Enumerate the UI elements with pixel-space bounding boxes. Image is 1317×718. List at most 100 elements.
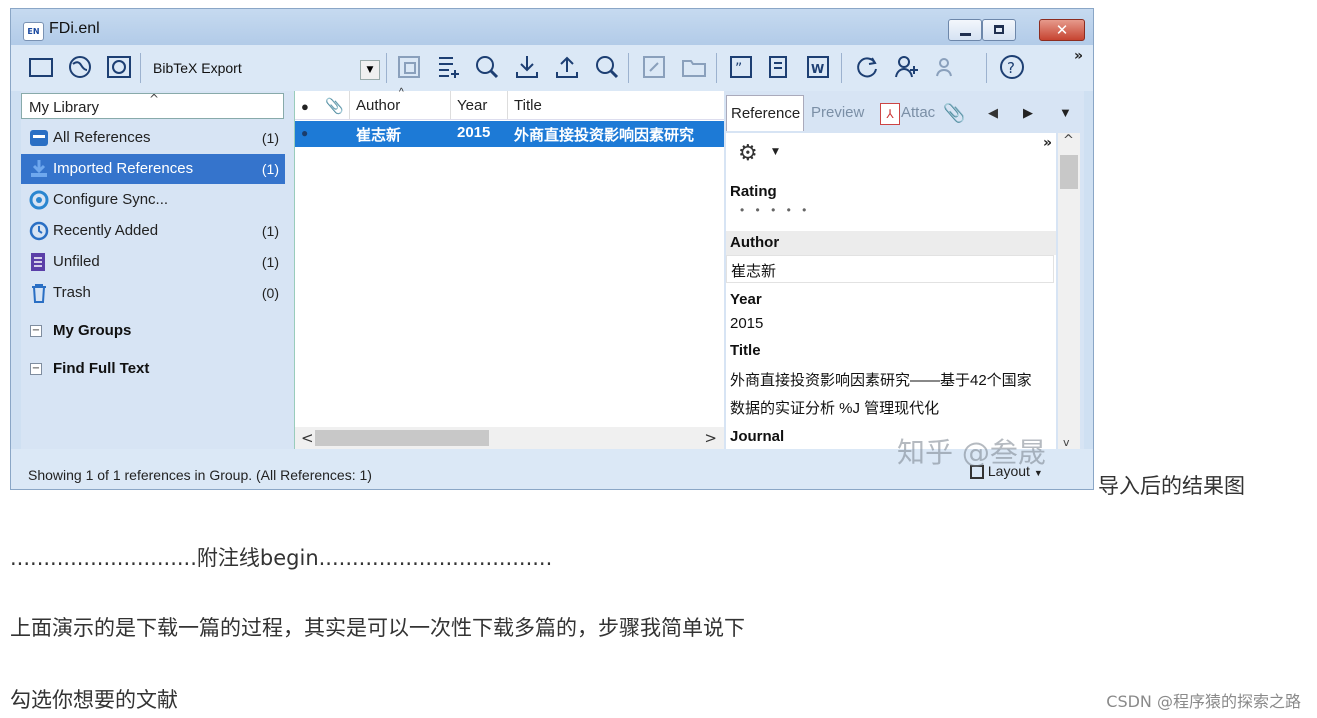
title-bar[interactable]: EN FDi.enl ✕ <box>11 9 1093 45</box>
library-header[interactable]: My Library ^ <box>21 92 284 119</box>
column-header-author[interactable]: Author <box>356 97 400 114</box>
tab-reference[interactable]: Reference <box>726 95 804 131</box>
add-user-icon <box>895 56 918 78</box>
column-divider <box>507 91 508 119</box>
article-paragraph: 勾选你想要的文献 <box>10 688 178 712</box>
group-count: (1) <box>261 223 279 239</box>
field-value-title-line-1[interactable]: 外商直接投资影响因素研究——基于42个国家 <box>730 369 1032 390</box>
column-header-year[interactable]: Year <box>457 97 487 114</box>
reference-panel: Reference Preview ⅄ Attac 📎 ◀ ▶ ▼ ⚙ ▼ » … <box>724 91 1084 451</box>
open-folder-icon <box>682 60 706 77</box>
settings-gear-icon[interactable]: ⚙ <box>738 141 758 166</box>
rating-stars[interactable]: • • • • • <box>740 203 810 217</box>
output-style-select[interactable]: BibTeX Export ▼ <box>148 55 380 81</box>
scroll-up-icon[interactable]: ^ <box>1063 133 1074 148</box>
toolbar-separator <box>986 53 987 83</box>
share-library-button[interactable] <box>891 51 923 83</box>
copy-to-library-button[interactable] <box>393 51 425 83</box>
export-button[interactable] <box>551 51 583 83</box>
pdf-icon: ⅄ <box>880 103 900 125</box>
minimize-button[interactable] <box>948 19 982 41</box>
attachment-column-icon[interactable]: 📎 <box>325 97 344 115</box>
field-label-journal: Journal <box>730 428 785 445</box>
go-to-word-button[interactable]: W <box>802 51 834 83</box>
help-button[interactable]: ? <box>996 51 1028 83</box>
group-configure-sync[interactable]: Configure Sync... <box>21 185 285 215</box>
collapse-icon[interactable]: − <box>30 363 42 375</box>
tab-scroll-left-icon[interactable]: ◀ <box>988 95 998 131</box>
minimize-icon <box>960 33 971 36</box>
integrated-library-mode-button[interactable] <box>103 51 135 83</box>
shared-activity-button[interactable] <box>931 51 963 83</box>
dropdown-arrow-icon[interactable]: ▼ <box>360 60 380 80</box>
cell-year: 2015 <box>457 124 491 141</box>
find-full-text-button[interactable] <box>591 51 623 83</box>
trash-icon <box>32 284 46 303</box>
insert-citation-button[interactable]: ” <box>725 51 757 83</box>
group-set-label: My Groups <box>53 322 132 339</box>
tab-preview[interactable]: Preview <box>811 95 864 131</box>
group-count: (1) <box>261 130 279 146</box>
sync-button[interactable] <box>851 51 883 83</box>
panel-overflow-button[interactable]: » <box>1043 135 1052 151</box>
cell-title: 外商直接投资影响因素研究 <box>514 127 695 144</box>
toolbar-overflow-button[interactable]: » <box>1074 48 1083 64</box>
user-bell-icon <box>936 58 952 77</box>
maximize-icon <box>994 25 1004 34</box>
edit-document-icon <box>769 56 787 78</box>
scroll-thumb[interactable] <box>1060 155 1078 189</box>
main-toolbar: BibTeX Export ▼ ” W ? » <box>11 45 1093 91</box>
import-button[interactable] <box>511 51 543 83</box>
watermark-text: 知乎 @叁晟 <box>897 436 1046 469</box>
groups-pane: My Library ^ All References (1) Imported… <box>21 91 295 449</box>
import-icon <box>516 56 538 78</box>
online-search-mode-button[interactable] <box>64 51 96 83</box>
article-paragraph: 上面演示的是下载一篇的过程，其实是可以一次性下载多篇的，步骤我简单说下 <box>10 616 745 640</box>
column-header-title[interactable]: Title <box>514 97 542 114</box>
group-trash[interactable]: Trash (0) <box>21 278 285 308</box>
group-count: (0) <box>261 285 279 301</box>
scroll-thumb[interactable] <box>315 430 489 446</box>
scroll-right-icon[interactable]: > <box>704 429 717 447</box>
group-recently-added[interactable]: Recently Added (1) <box>21 216 285 246</box>
online-search-button[interactable] <box>471 51 503 83</box>
group-set-find-full-text[interactable]: − Find Full Text <box>21 355 285 383</box>
horizontal-scrollbar[interactable]: < > <box>295 427 725 449</box>
tab-attached-pdfs[interactable]: Attac <box>901 95 935 131</box>
reference-fields: ⚙ ▼ » Rating • • • • • Author 崔志新 Year 2… <box>726 133 1056 451</box>
new-reference-button[interactable] <box>432 51 464 83</box>
group-all-references[interactable]: All References (1) <box>21 123 285 153</box>
table-row[interactable]: ● 崔志新 2015 外商直接投资影响因素研究 <box>295 121 725 147</box>
svg-text:W: W <box>811 62 824 76</box>
open-file-button[interactable] <box>678 51 710 83</box>
group-set-my-groups[interactable]: − My Groups <box>21 317 285 345</box>
globe-icon <box>69 56 91 78</box>
close-button[interactable]: ✕ <box>1039 19 1085 41</box>
author-field[interactable]: 崔志新 <box>726 255 1054 283</box>
field-value-title-line-2[interactable]: 数据的实证分析 %J 管理现代化 <box>730 397 939 418</box>
paperclip-icon[interactable]: 📎 <box>943 95 965 131</box>
local-library-mode-button[interactable] <box>25 51 57 83</box>
tab-scroll-right-icon[interactable]: ▶ <box>1023 95 1033 131</box>
unfiled-icon <box>31 253 45 271</box>
vertical-scrollbar[interactable]: ^ v <box>1058 133 1080 451</box>
read-status-column-icon[interactable]: ● <box>301 99 309 114</box>
group-label: Unfiled <box>53 253 100 270</box>
svg-text:”: ” <box>735 61 742 77</box>
find-pdf-icon <box>596 56 619 79</box>
svg-text:?: ? <box>1007 59 1015 77</box>
scroll-left-icon[interactable]: < <box>301 429 314 447</box>
group-unfiled[interactable]: Unfiled (1) <box>21 247 285 277</box>
field-value-year[interactable]: 2015 <box>730 315 763 332</box>
word-icon: W <box>807 56 829 78</box>
clock-icon <box>29 221 49 241</box>
group-imported-references[interactable]: Imported References (1) <box>21 154 285 184</box>
collapse-icon[interactable]: − <box>30 325 42 337</box>
open-link-button[interactable] <box>638 51 670 83</box>
scroll-down-icon[interactable]: v <box>1063 436 1070 449</box>
search-globe-icon <box>476 56 499 79</box>
maximize-button[interactable] <box>982 19 1016 41</box>
dropdown-arrow-icon[interactable]: ▼ <box>772 147 779 157</box>
panel-menu-icon[interactable]: ▼ <box>1059 95 1072 131</box>
format-bibliography-button[interactable] <box>764 51 796 83</box>
